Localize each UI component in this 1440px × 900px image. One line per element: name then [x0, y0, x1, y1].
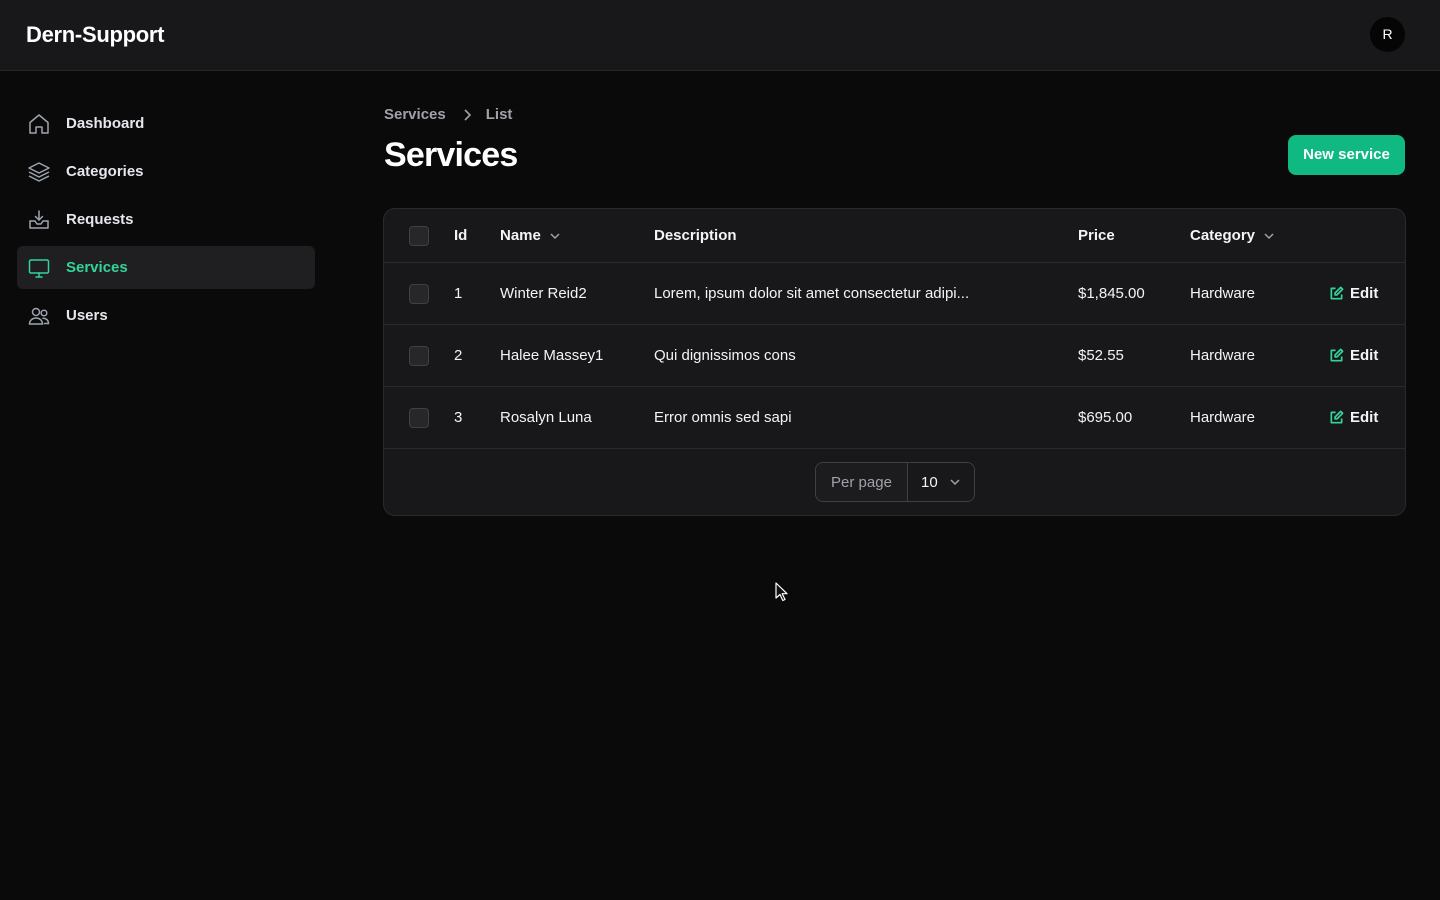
edit-label: Edit: [1350, 409, 1379, 426]
table-row: 1 Winter Reid2 Lorem, ipsum dolor sit am…: [384, 263, 1405, 325]
cell-description: Error omnis sed sapi: [654, 409, 792, 426]
inbox-icon: [27, 208, 51, 232]
column-header-category[interactable]: Category: [1190, 209, 1275, 262]
cell-id: 3: [454, 409, 463, 426]
services-table: Id Name Description Price Category 1 Win…: [383, 208, 1406, 516]
column-header-name[interactable]: Name: [500, 209, 561, 262]
cell-description: Lorem, ipsum dolor sit amet consectetur …: [654, 285, 970, 302]
sidebar-item-requests[interactable]: Requests: [17, 198, 315, 241]
cell-category: Hardware: [1190, 409, 1256, 426]
cell-description: Qui dignissimos cons: [654, 347, 796, 364]
edit-icon: [1329, 410, 1344, 425]
sidebar-item-label: Dashboard: [66, 115, 145, 132]
edit-label: Edit: [1350, 347, 1379, 364]
sidebar-item-services[interactable]: Services: [17, 246, 315, 289]
row-select-cell: [409, 263, 429, 324]
column-header-price: Price: [1078, 227, 1115, 244]
mouse-cursor-icon: [775, 582, 789, 607]
sidebar-item-label: Services: [66, 259, 128, 276]
column-header-id: Id: [454, 227, 468, 244]
edit-icon: [1329, 286, 1344, 301]
breadcrumb: Services List: [384, 106, 512, 123]
cell-name: Rosalyn Luna: [500, 409, 592, 426]
home-icon: [27, 112, 51, 136]
chevron-down-icon: [1263, 230, 1275, 242]
row-checkbox[interactable]: [409, 407, 429, 428]
cell-price: $52.55: [1078, 347, 1124, 364]
brand-logo[interactable]: Dern-Support: [26, 22, 164, 48]
cell-name: Winter Reid2: [500, 285, 587, 302]
edit-icon: [1329, 348, 1344, 363]
row-select-cell: [409, 387, 429, 448]
breadcrumb-current: List: [485, 106, 513, 123]
cell-id: 1: [454, 285, 463, 302]
table-row: 3 Rosalyn Luna Error omnis sed sapi $695…: [384, 387, 1405, 449]
monitor-icon: [27, 256, 51, 280]
per-page-control: Per page 10: [815, 462, 975, 502]
row-select-cell: [409, 325, 429, 386]
sidebar-item-label: Requests: [66, 211, 134, 228]
select-all-cell: [409, 209, 429, 262]
cell-price: $1,845.00: [1078, 285, 1145, 302]
per-page-value: 10: [921, 473, 938, 491]
cell-id: 2: [454, 347, 463, 364]
edit-label: Edit: [1350, 285, 1379, 302]
layers-icon: [27, 160, 51, 184]
column-header-description: Description: [654, 227, 737, 244]
table-row: 2 Halee Massey1 Qui dignissimos cons $52…: [384, 325, 1405, 387]
edit-button[interactable]: Edit: [1329, 325, 1378, 386]
row-checkbox[interactable]: [409, 283, 429, 304]
users-icon: [27, 304, 51, 328]
column-header-label: Name: [500, 227, 541, 244]
chevron-right-icon: [462, 108, 472, 122]
chevron-down-icon: [549, 230, 561, 242]
table-header: Id Name Description Price Category: [384, 209, 1405, 263]
column-header-label: Category: [1190, 227, 1256, 244]
sidebar-item-categories[interactable]: Categories: [17, 150, 315, 193]
cell-name: Halee Massey1: [500, 347, 604, 364]
edit-button[interactable]: Edit: [1329, 387, 1378, 448]
breadcrumb-parent[interactable]: Services: [384, 106, 446, 123]
user-avatar[interactable]: R: [1370, 17, 1405, 52]
row-checkbox[interactable]: [409, 345, 429, 366]
edit-button[interactable]: Edit: [1329, 263, 1378, 324]
new-service-button[interactable]: New service: [1288, 135, 1405, 175]
per-page-label: Per page: [816, 463, 908, 501]
top-bar: Dern-Support R: [0, 0, 1440, 71]
chevron-down-icon: [949, 476, 961, 488]
select-all-checkbox[interactable]: [409, 225, 429, 246]
page-title: Services: [384, 136, 518, 174]
per-page-select[interactable]: 10: [908, 463, 974, 501]
sidebar-item-users[interactable]: Users: [17, 294, 315, 337]
sidebar: Dashboard Categories Requests Services U…: [17, 102, 315, 342]
cell-category: Hardware: [1190, 285, 1256, 302]
sidebar-item-label: Categories: [66, 163, 144, 180]
sidebar-item-dashboard[interactable]: Dashboard: [17, 102, 315, 145]
cell-price: $695.00: [1078, 409, 1133, 426]
table-footer: Per page 10: [384, 449, 1405, 515]
cell-category: Hardware: [1190, 347, 1256, 364]
sidebar-item-label: Users: [66, 307, 108, 324]
